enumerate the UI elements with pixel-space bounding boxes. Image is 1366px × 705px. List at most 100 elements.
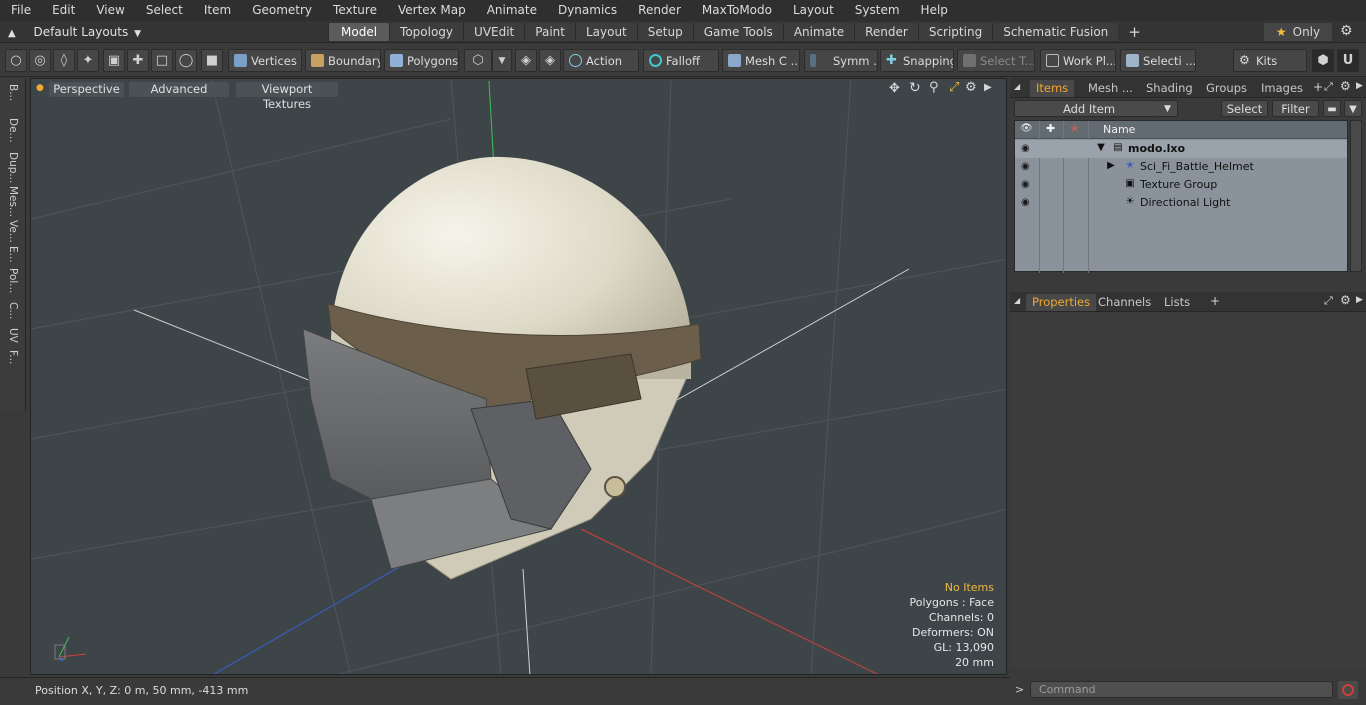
action-center-button[interactable]: Action (563, 49, 639, 72)
3d-viewport[interactable]: ● Perspective Advanced Viewport Textures… (30, 78, 1007, 675)
tab-properties[interactable]: Properties (1026, 294, 1097, 311)
rotate-icon[interactable]: ◯ (175, 49, 197, 72)
eye-icon[interactable]: ◉ (1021, 179, 1030, 190)
expand-arrow-icon[interactable]: ▶ (1105, 160, 1117, 172)
expand-icon[interactable]: ⤢ (1324, 294, 1333, 308)
add-tab-icon[interactable]: + (1210, 294, 1220, 308)
eye-icon[interactable]: ◉ (1021, 161, 1030, 172)
select-button[interactable]: Select (1221, 100, 1268, 117)
move-icon[interactable]: ✥ (889, 81, 900, 96)
element-icon[interactable]: ▣ (103, 49, 125, 72)
select-shield-icon[interactable]: ◈ (539, 49, 561, 72)
perspective-button[interactable]: Perspective (49, 82, 124, 97)
work-plane-button[interactable]: Work Pl... (1040, 49, 1116, 72)
list-item[interactable]: ◉ ▼ ▤ modo.lxo (1015, 140, 1347, 158)
zoom-icon[interactable]: ⚲ (929, 80, 939, 95)
mesh-constraints-button[interactable]: Mesh C ... (722, 49, 800, 72)
viewport-gear-icon[interactable]: ⚙ (965, 80, 977, 95)
items-gear-icon[interactable]: ⚙ (1340, 79, 1351, 93)
tab-items[interactable]: Items (1030, 80, 1075, 97)
symmetry-shield-icon[interactable]: ◈ (515, 49, 537, 72)
record-button[interactable] (1338, 681, 1358, 699)
menu-layout[interactable]: Layout (782, 0, 844, 21)
snap-box-icon[interactable]: □ (151, 49, 173, 72)
selection-sets-button[interactable]: Selecti ... (1120, 49, 1196, 72)
strip-tab-c[interactable]: C... (6, 302, 19, 328)
tab-groups[interactable]: Groups (1200, 80, 1253, 97)
properties-gear-icon[interactable]: ⚙ (1340, 293, 1351, 307)
list-item[interactable]: ◉ ☀ Directional Light (1015, 194, 1347, 212)
eye-icon[interactable]: ◉ (1021, 197, 1030, 208)
maximize-icon[interactable]: ⤢ (949, 80, 959, 95)
menu-geometry[interactable]: Geometry (241, 0, 322, 21)
viewport-play-icon[interactable]: ▶ (984, 82, 992, 93)
collapse-arrow-icon[interactable]: ▼ (1095, 142, 1107, 154)
select-circle-icon[interactable]: ○ (5, 49, 27, 72)
strip-tab-f[interactable]: F... (6, 350, 19, 376)
menu-dynamics[interactable]: Dynamics (547, 0, 627, 21)
strip-tab-uv[interactable]: UV (6, 328, 19, 350)
symmetry-button[interactable]: Symm ... (804, 49, 878, 72)
add-tab-icon[interactable]: + (1313, 80, 1323, 94)
properties-arrow-icon[interactable]: ▶ (1356, 295, 1363, 305)
tab-render[interactable]: Render (854, 23, 918, 41)
list-item[interactable]: ◉ ▣ Texture Group (1015, 176, 1347, 194)
layouts-dropdown[interactable]: ▲ Default Layouts ▼ (8, 21, 141, 43)
add-tab-button[interactable]: + (1118, 23, 1141, 41)
kits-button[interactable]: ⚙ Kits (1233, 49, 1307, 72)
tab-setup[interactable]: Setup (636, 23, 693, 41)
strip-tab-e[interactable]: E... (6, 246, 19, 268)
list-scrollbar[interactable] (1350, 120, 1362, 272)
snapping-button[interactable]: ✚ Snapping (880, 49, 954, 72)
polygons-button[interactable]: Polygons (384, 49, 459, 72)
menu-animate[interactable]: Animate (476, 0, 547, 21)
boundary-button[interactable]: Boundary (305, 49, 381, 72)
tab-scripting[interactable]: Scripting (917, 23, 993, 41)
filter-button[interactable]: Filter (1272, 100, 1319, 117)
brush-icon[interactable]: ✦ (77, 49, 99, 72)
menu-system[interactable]: System (844, 0, 910, 21)
pen-icon[interactable]: ◊ (53, 49, 75, 72)
cube-icon[interactable]: ■ (201, 49, 223, 72)
strip-tab-mes[interactable]: Mes... (6, 186, 19, 220)
menu-texture[interactable]: Texture (322, 0, 387, 21)
items-arrow-icon[interactable]: ▶ (1356, 81, 1363, 91)
menu-vertex-map[interactable]: Vertex Map (387, 0, 476, 21)
menu-edit[interactable]: Edit (41, 0, 85, 21)
menu-file[interactable]: File (0, 0, 41, 21)
tab-game-tools[interactable]: Game Tools (692, 23, 783, 41)
only-toggle[interactable]: ★ Only (1264, 23, 1332, 41)
chevron-down-icon[interactable]: ▼ (1158, 100, 1178, 117)
tab-lists[interactable]: Lists (1158, 294, 1196, 311)
strip-tab-dup[interactable]: Dup... (6, 152, 19, 186)
strip-tab-de[interactable]: De... (6, 118, 19, 152)
vertices-button[interactable]: Vertices (228, 49, 302, 72)
tab-channels[interactable]: Channels (1092, 294, 1157, 311)
tab-animate[interactable]: Animate (782, 23, 855, 41)
falloff-button[interactable]: Falloff (643, 49, 719, 72)
menu-help[interactable]: Help (910, 0, 958, 21)
strip-tab-ve[interactable]: Ve... (6, 220, 19, 246)
expand-icon[interactable]: ⤢ (1324, 80, 1333, 94)
tab-uvedit[interactable]: UVEdit (463, 23, 525, 41)
tab-images[interactable]: Images (1255, 80, 1309, 97)
viewport-textures-button[interactable]: Viewport Textures (236, 82, 338, 111)
add-item-button[interactable]: Add Item (1014, 100, 1164, 117)
menu-item[interactable]: Item (193, 0, 241, 21)
tab-model[interactable]: Model (328, 23, 390, 41)
tab-schematic-fusion[interactable]: Schematic Fusion (992, 23, 1119, 41)
tab-layout[interactable]: Layout (574, 23, 637, 41)
tab-topology[interactable]: Topology (389, 23, 464, 41)
advanced-button[interactable]: Advanced (129, 82, 229, 97)
eye-icon[interactable]: ◉ (1021, 143, 1030, 154)
transform-icon[interactable]: ✚ (127, 49, 149, 72)
tab-shading[interactable]: Shading (1140, 80, 1199, 97)
tab-paint[interactable]: Paint (524, 23, 575, 41)
strip-tab-pol[interactable]: Pol... (6, 268, 19, 302)
unity-icon[interactable]: ⬢ (1312, 49, 1334, 72)
unreal-icon[interactable]: U (1337, 49, 1359, 72)
collapse-icon[interactable]: ▬ (1323, 100, 1341, 117)
select-through-button[interactable]: Select T... (957, 49, 1035, 72)
tab-mesh[interactable]: Mesh ... (1082, 80, 1139, 97)
rotate-view-icon[interactable]: ↻ (909, 80, 921, 96)
